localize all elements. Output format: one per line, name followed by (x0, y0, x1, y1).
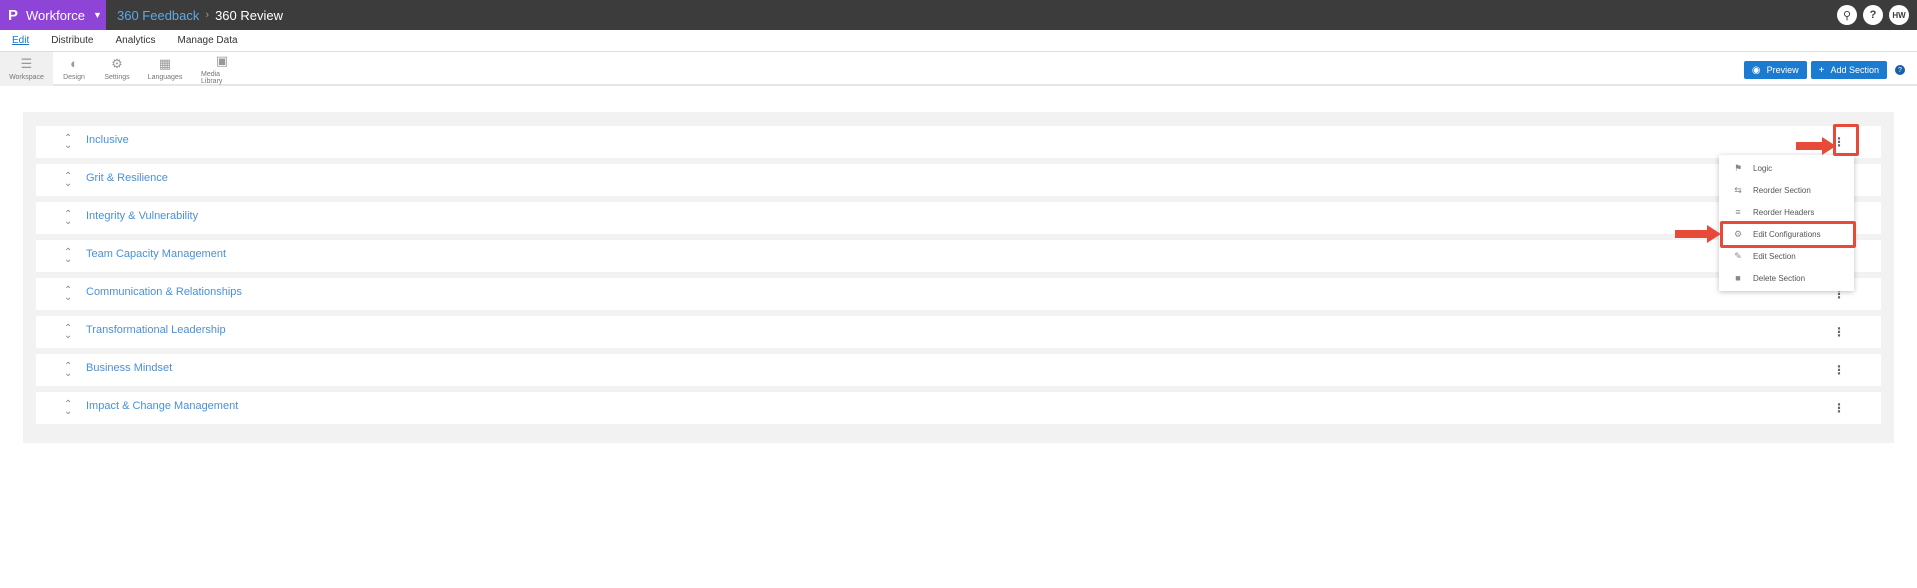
menu-item-label: Reorder Headers (1753, 207, 1815, 217)
section-row[interactable]: ⌃ ⌄ Team Capacity Management (36, 240, 1881, 272)
menu-item-edit-section[interactable]: ✎ Edit Section (1719, 245, 1854, 267)
section-title[interactable]: Inclusive (86, 134, 129, 146)
collapse-icon[interactable]: ⌃ ⌄ (64, 172, 72, 189)
add-section-button[interactable]: + Add Section (1810, 61, 1887, 79)
kebab-menu-icon[interactable]: ⋮ (1833, 325, 1845, 339)
section-title[interactable]: Communication & Relationships (86, 286, 242, 298)
tool-settings[interactable]: ⚙ Settings (95, 52, 139, 86)
menu-item-manage-data[interactable]: Manage Data (178, 35, 238, 46)
collapse-icon[interactable]: ⌃ ⌄ (64, 400, 72, 417)
tool-media-library[interactable]: ▣ Media Library (191, 52, 253, 86)
product-switcher[interactable]: P Workforce ▼ (0, 0, 106, 30)
tool-languages[interactable]: ▦ Languages (139, 52, 191, 86)
preview-label: Preview (1766, 65, 1799, 75)
avatar[interactable]: HW (1889, 5, 1909, 25)
tool-label: Design (63, 74, 85, 81)
section-row[interactable]: ⌃ ⌄ Transformational Leadership ⋮ (36, 316, 1881, 348)
search-icon[interactable]: ⚲ (1837, 5, 1857, 25)
toolbar-actions: ◉ Preview + Add Section ? (1743, 61, 1905, 79)
chevron-right-icon: › (205, 9, 210, 21)
breadcrumb: 360 Feedback › 360 Review (117, 8, 283, 23)
section-title[interactable]: Business Mindset (86, 362, 172, 374)
reorder-icon: ⇆ (1734, 184, 1742, 195)
section-row[interactable]: ⌃ ⌄ Communication & Relationships ⋮ (36, 278, 1881, 310)
languages-icon: ▦ (158, 56, 172, 71)
kebab-menu-icon[interactable]: ⋮ (1833, 401, 1845, 415)
menu-item-edit[interactable]: Edit (12, 35, 29, 46)
kebab-menu-icon[interactable]: ⋮ (1833, 363, 1845, 377)
breadcrumb-current: 360 Review (215, 7, 284, 23)
section-row[interactable]: ⌃ ⌄ Inclusive ⋮ (36, 126, 1881, 158)
image-icon: ▣ (215, 52, 229, 68)
section-title[interactable]: Grit & Resilience (86, 172, 168, 184)
toolbar: ☰ Workspace ◐ Design ⚙ Settings ▦ Langua… (0, 52, 1917, 86)
add-section-label: Add Section (1830, 65, 1879, 75)
help-icon[interactable]: ? (1895, 65, 1905, 75)
top-bar: P Workforce ▼ 360 Feedback › 360 Review … (0, 0, 1917, 30)
gear-icon: ⚙ (111, 56, 123, 71)
section-title[interactable]: Transformational Leadership (86, 324, 226, 336)
product-logo-icon: P (8, 6, 19, 24)
tool-design[interactable]: ◐ Design (53, 52, 95, 86)
menu-item-delete-section[interactable]: ■ Delete Section (1719, 267, 1854, 289)
collapse-icon[interactable]: ⌃ ⌄ (64, 210, 72, 227)
tool-label: Workspace (9, 74, 44, 81)
top-icons: ⚲ ? HW (1837, 5, 1909, 25)
workspace-icon: ☰ (20, 56, 33, 71)
plus-icon: + (1818, 64, 1825, 76)
collapse-icon[interactable]: ⌃ ⌄ (64, 324, 72, 341)
collapse-icon[interactable]: ⌃ ⌄ (64, 248, 72, 265)
annotation-arrow-icon (1675, 225, 1721, 243)
section-row[interactable]: ⌃ ⌄ Integrity & Vulnerability (36, 202, 1881, 234)
eye-icon: ◉ (1751, 64, 1761, 76)
menu-item-label: Reorder Section (1753, 185, 1811, 195)
reorder-headers-icon: ≡ (1735, 207, 1741, 217)
section-title[interactable]: Impact & Change Management (86, 400, 238, 412)
breadcrumb-link[interactable]: 360 Feedback (117, 8, 199, 23)
menu-item-label: Logic (1753, 163, 1773, 173)
flag-icon: ⚑ (1733, 162, 1743, 173)
caret-down-icon: ▼ (93, 10, 102, 20)
annotation-arrow-icon (1796, 137, 1836, 155)
preview-button[interactable]: ◉ Preview (1743, 61, 1807, 79)
section-row[interactable]: ⌃ ⌄ Business Mindset ⋮ (36, 354, 1881, 386)
trash-icon: ■ (1735, 273, 1741, 283)
menu-item-reorder-headers[interactable]: ≡ Reorder Headers (1719, 201, 1854, 223)
collapse-icon[interactable]: ⌃ ⌄ (64, 362, 72, 379)
tool-label: Media Library (201, 70, 223, 85)
product-name: Workforce (26, 7, 86, 23)
menu-item-distribute[interactable]: Distribute (51, 35, 93, 46)
section-row[interactable]: ⌃ ⌄ Grit & Resilience (36, 164, 1881, 196)
collapse-icon[interactable]: ⌃ ⌄ (64, 134, 72, 151)
workspace: ⌃ ⌄ Inclusive ⋮ ⌃ ⌄ Grit & Resilience ⌃ ⌄ I… (23, 112, 1894, 443)
menu-item-label: Edit Section (1753, 251, 1796, 261)
pencil-icon: ✎ (1734, 250, 1742, 261)
menu-item-label: Delete Section (1753, 273, 1806, 283)
palette-icon: ◐ (70, 56, 78, 71)
menu-item-reorder-section[interactable]: ⇆ Reorder Section (1719, 179, 1854, 201)
tool-label: Languages (147, 74, 183, 81)
highlight-box-edit-configurations (1720, 221, 1856, 248)
collapse-icon[interactable]: ⌃ ⌄ (64, 286, 72, 303)
section-title[interactable]: Integrity & Vulnerability (86, 210, 198, 222)
section-title[interactable]: Team Capacity Management (86, 248, 226, 260)
section-row[interactable]: ⌃ ⌄ Impact & Change Management ⋮ (36, 392, 1881, 424)
menu-bar: Edit Distribute Analytics Manage Data (0, 30, 1917, 52)
tool-workspace[interactable]: ☰ Workspace (0, 52, 53, 86)
menu-item-logic[interactable]: ⚑ Logic (1719, 157, 1854, 179)
menu-item-analytics[interactable]: Analytics (115, 35, 155, 46)
tool-label: Settings (104, 74, 130, 81)
help-icon[interactable]: ? (1863, 5, 1883, 25)
